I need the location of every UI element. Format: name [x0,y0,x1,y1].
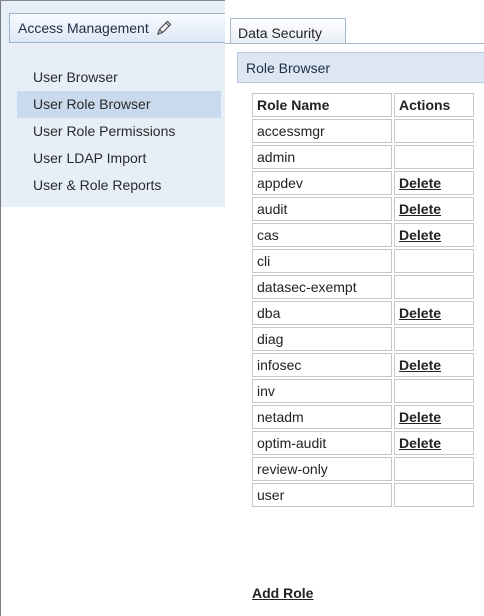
table-row: cli [252,249,474,273]
actions-cell [394,483,474,507]
sidebar-item-user-role-reports[interactable]: User & Role Reports [17,172,221,199]
delete-role-link[interactable]: Delete [399,409,441,425]
actions-cell [394,249,474,273]
role-table: Role Name Actions accessmgr admin appdev De… [250,91,476,509]
table-row: netadm Delete [252,405,474,429]
role-name-cell: datasec-exempt [252,275,392,299]
actions-cell [394,275,474,299]
role-name-cell: cli [252,249,392,273]
role-name-cell: dba [252,301,392,325]
role-name-cell: inv [252,379,392,403]
sidebar-item-user-browser[interactable]: User Browser [17,63,221,91]
role-name-cell: appdev [252,171,392,195]
table-row: audit Delete [252,197,474,221]
actions-cell: Delete [394,171,474,195]
table-row: appdev Delete [252,171,474,195]
delete-role-link[interactable]: Delete [399,227,441,243]
actions-cell [394,145,474,169]
actions-cell [394,119,474,143]
role-name-cell: review-only [252,457,392,481]
role-name-cell: admin [252,145,392,169]
table-row: dba Delete [252,301,474,325]
add-role-link[interactable]: Add Role [252,585,313,601]
table-row: inv [252,379,474,403]
role-name-cell: netadm [252,405,392,429]
table-row: admin [252,145,474,169]
tab-data-security[interactable]: Data Security [230,18,346,44]
actions-cell [394,457,474,481]
column-header-role-name: Role Name [252,93,392,117]
table-row: accessmgr [252,119,474,143]
table-row: optim-audit Delete [252,431,474,455]
access-management-tab[interactable]: Access Management [9,13,225,43]
delete-role-link[interactable]: Delete [399,175,441,191]
role-name-cell: user [252,483,392,507]
sidebar: Access Management User Browser User Role… [1,1,225,207]
role-name-cell: audit [252,197,392,221]
role-name-cell: cas [252,223,392,247]
delete-role-link[interactable]: Delete [399,435,441,451]
actions-cell: Delete [394,431,474,455]
table-row: cas Delete [252,223,474,247]
actions-cell: Delete [394,301,474,325]
role-name-cell: infosec [252,353,392,377]
table-row: diag [252,327,474,351]
actions-cell: Delete [394,197,474,221]
column-header-actions: Actions [394,93,474,117]
table-row: review-only [252,457,474,481]
role-name-cell: accessmgr [252,119,392,143]
table-row: user [252,483,474,507]
actions-cell: Delete [394,223,474,247]
delete-role-link[interactable]: Delete [399,305,441,321]
sidebar-item-user-ldap-import[interactable]: User LDAP Import [17,145,221,172]
sidebar-item-user-role-browser[interactable]: User Role Browser [17,91,221,118]
role-browser-header: Role Browser [237,52,484,83]
table-row: datasec-exempt [252,275,474,299]
role-name-cell: diag [252,327,392,351]
delete-role-link[interactable]: Delete [399,357,441,373]
access-management-label: Access Management [18,20,149,36]
actions-cell: Delete [394,353,474,377]
table-row: infosec Delete [252,353,474,377]
actions-cell [394,327,474,351]
table-header-row: Role Name Actions [252,93,474,117]
actions-cell: Delete [394,405,474,429]
sidebar-item-user-role-permissions[interactable]: User Role Permissions [17,118,221,145]
pencil-icon[interactable] [155,19,173,37]
sidebar-menu: User Browser User Role Browser User Role… [17,63,221,199]
actions-cell [394,379,474,403]
delete-role-link[interactable]: Delete [399,201,441,217]
content-border [225,43,484,44]
role-name-cell: optim-audit [252,431,392,455]
